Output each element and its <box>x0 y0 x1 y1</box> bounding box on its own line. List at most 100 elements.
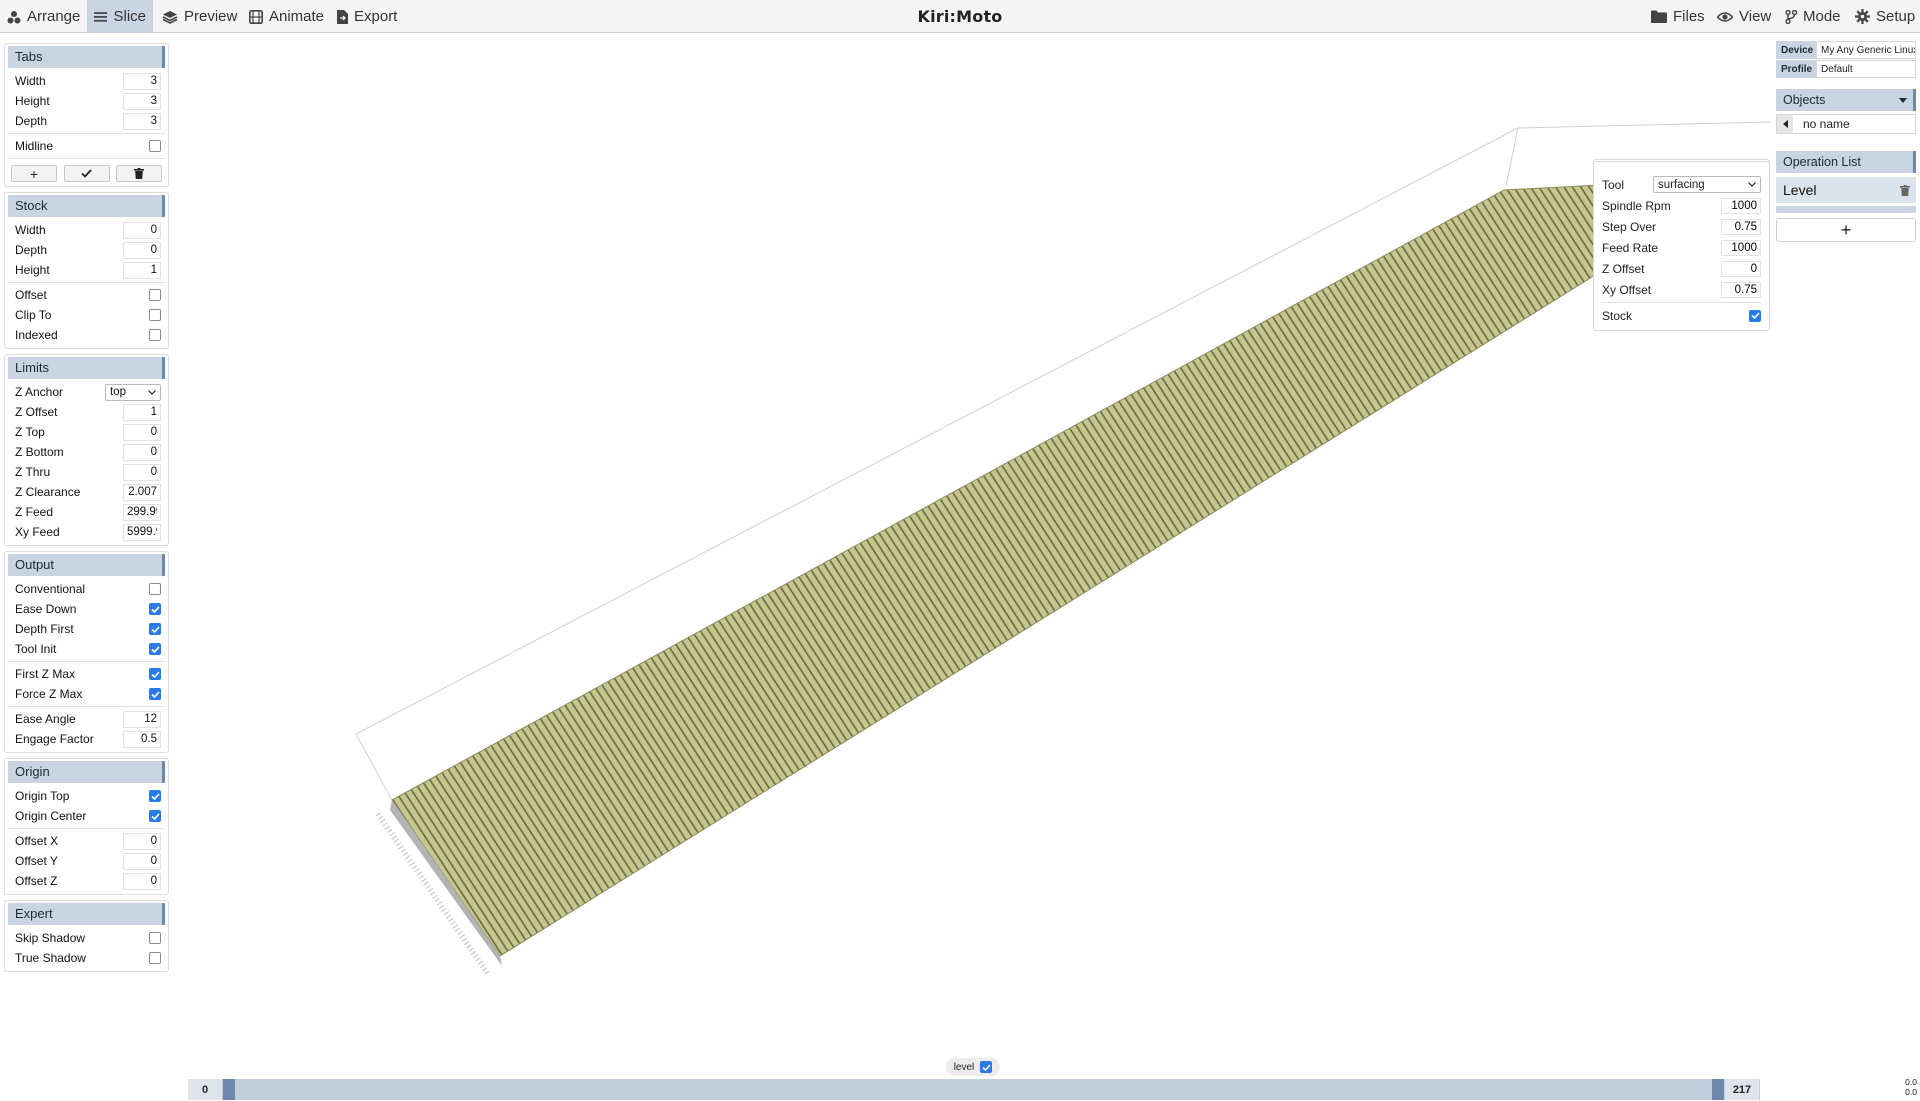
engagefactor-input[interactable] <box>123 730 161 748</box>
toolinit-checkbox[interactable] <box>149 643 161 655</box>
tabs-midline-row: Midline <box>8 136 165 156</box>
caret-left-icon[interactable] <box>1777 115 1793 133</box>
zoffset-input[interactable] <box>123 403 161 421</box>
accept-tabs-button[interactable] <box>63 165 110 182</box>
add-operation-button[interactable]: + <box>1776 218 1916 242</box>
layer-toggle-checkbox[interactable] <box>980 1061 993 1073</box>
stock-height-input[interactable] <box>123 261 161 279</box>
layer-max-handle[interactable] <box>1712 1079 1724 1100</box>
offsetx-label: Offset X <box>15 834 59 848</box>
zclearance-input[interactable] <box>123 483 161 501</box>
stock-depth-label: Depth <box>15 243 48 257</box>
view-menu[interactable]: View <box>1710 0 1778 33</box>
files-menu[interactable]: Files <box>1644 0 1712 33</box>
ztop-input[interactable] <box>123 423 161 441</box>
offsetz-input[interactable] <box>123 872 161 890</box>
profile-row[interactable]: Profile Default <box>1776 60 1916 78</box>
limits-zbottom-row: Z Bottom <box>8 442 165 462</box>
add-tab-button[interactable]: + <box>11 165 57 182</box>
tabs-midline-label: Midline <box>15 139 54 153</box>
preview-tab[interactable]: Preview <box>155 0 244 33</box>
easedown-checkbox[interactable] <box>149 603 161 615</box>
top-toolbar: Arrange Slice Preview Animate Export Kir… <box>0 0 1920 33</box>
op-zoffset-label: Z Offset <box>1602 261 1645 276</box>
objects-title-bar[interactable]: Objects <box>1776 89 1916 111</box>
depthfirst-checkbox[interactable] <box>149 623 161 635</box>
spindle-input[interactable] <box>1721 197 1761 214</box>
layer-min-handle[interactable] <box>223 1079 235 1100</box>
tabs-height-input[interactable] <box>123 92 161 110</box>
mode-menu[interactable]: Mode <box>1778 0 1848 33</box>
zbottom-input[interactable] <box>123 443 161 461</box>
tabs-width-input[interactable] <box>123 72 161 90</box>
stock-indexed-label: Indexed <box>15 328 58 342</box>
op-stock-checkbox[interactable] <box>1749 309 1761 322</box>
stock-offset-checkbox[interactable] <box>149 289 161 301</box>
tabs-depth-input[interactable] <box>123 112 161 130</box>
animate-tab[interactable]: Animate <box>242 0 331 33</box>
spindle-row: Spindle Rpm <box>1602 195 1761 216</box>
tabs-height-row: Height <box>8 91 165 111</box>
feedrate-input[interactable] <box>1721 239 1761 256</box>
zthru-input[interactable] <box>123 463 161 481</box>
trueshadow-checkbox[interactable] <box>149 952 161 964</box>
profile-label: Profile <box>1776 60 1816 78</box>
xyoffset-input[interactable] <box>1721 281 1761 298</box>
firstzmax-checkbox[interactable] <box>149 668 161 680</box>
setup-menu[interactable]: Setup <box>1848 0 1920 33</box>
stepover-input[interactable] <box>1721 218 1761 235</box>
zanchor-select[interactable]: top <box>105 383 161 401</box>
trash-icon[interactable] <box>1900 184 1910 196</box>
tabs-group: Tabs Width Height Depth Midline + <box>4 43 169 187</box>
tool-select[interactable]: surfacing <box>1653 176 1761 193</box>
tabs-actions: + <box>8 161 165 183</box>
check-icon <box>150 605 160 613</box>
limits-xyfeed-row: Xy Feed <box>8 522 165 542</box>
zfeed-input[interactable] <box>123 503 161 521</box>
device-value[interactable]: My Any Generic Linux <box>1816 41 1916 59</box>
delete-tabs-button[interactable] <box>116 165 162 182</box>
origin-group: Origin Origin Top Origin Center Offset X… <box>4 758 169 895</box>
zanchor-label: Z Anchor <box>15 385 64 399</box>
stock-width-input[interactable] <box>123 221 161 239</box>
list-icon <box>94 11 108 22</box>
operation-item-level[interactable]: Level <box>1776 177 1916 203</box>
stock-indexed-checkbox[interactable] <box>149 329 161 341</box>
plus-icon: + <box>1840 219 1852 240</box>
conventional-checkbox[interactable] <box>149 583 161 595</box>
firstzmax-row: First Z Max <box>8 664 165 684</box>
offsetx-input[interactable] <box>123 832 161 850</box>
origintop-checkbox[interactable] <box>149 790 161 802</box>
easeangle-input[interactable] <box>123 710 161 728</box>
conventional-row: Conventional <box>8 579 165 599</box>
stock-surface <box>391 184 1601 957</box>
offsety-input[interactable] <box>123 852 161 870</box>
tabs-midline-checkbox[interactable] <box>149 140 161 152</box>
offsety-row: Offset Y <box>8 851 165 871</box>
tabs-width-row: Width <box>8 71 165 91</box>
layer-range-slider[interactable]: 0 217 <box>188 1079 1760 1100</box>
divider <box>8 158 165 159</box>
profile-value[interactable]: Default <box>1816 60 1916 78</box>
arrange-tab[interactable]: Arrange <box>0 0 87 33</box>
slice-tab[interactable]: Slice <box>87 0 153 33</box>
forcezmax-row: Force Z Max <box>8 684 165 704</box>
check-icon <box>150 670 160 678</box>
stock-depth-input[interactable] <box>123 241 161 259</box>
xyoffset-label: Xy Offset <box>1602 282 1652 297</box>
spindle-label: Spindle Rpm <box>1602 198 1671 213</box>
xyfeed-input[interactable] <box>123 523 161 541</box>
layer-toggle[interactable]: level <box>946 1058 1000 1076</box>
3d-viewport[interactable] <box>170 34 1770 1064</box>
op-zoffset-input[interactable] <box>1721 260 1761 277</box>
forcezmax-checkbox[interactable] <box>149 688 161 700</box>
skipshadow-checkbox[interactable] <box>149 932 161 944</box>
device-row[interactable]: Device My Any Generic Linux <box>1776 41 1916 59</box>
check-icon <box>1750 312 1760 319</box>
object-item[interactable]: no name <box>1776 114 1916 134</box>
origincenter-checkbox[interactable] <box>149 810 161 822</box>
stock-clipto-checkbox[interactable] <box>149 309 161 321</box>
plus-icon: + <box>29 165 39 182</box>
stock-height-row: Height <box>8 260 165 280</box>
export-tab[interactable]: Export <box>330 0 404 33</box>
